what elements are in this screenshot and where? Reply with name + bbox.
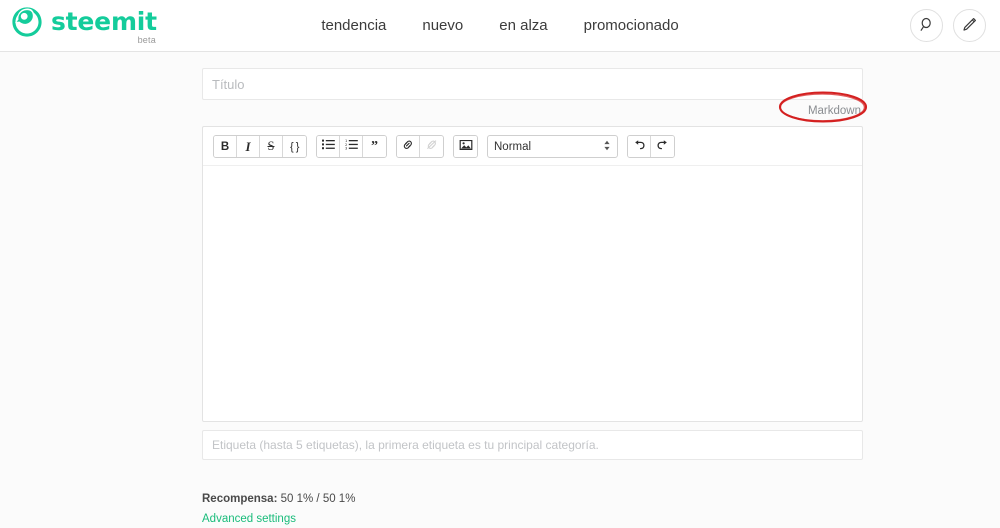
brand-name: steemit [51,7,157,36]
nav-item-tendencia[interactable]: tendencia [321,16,386,36]
post-editor: B I S { } 1 2 3 ” Normal [202,126,863,422]
site-header: steemit beta tendencia nuevo en alza pro… [0,0,1000,52]
steemit-logo-icon [10,5,44,39]
post-body-editor[interactable] [203,166,862,428]
unordered-list-icon [321,139,335,154]
brand-logo[interactable]: steemit beta [10,5,157,45]
italic-button[interactable]: I [237,136,260,157]
unlink-icon [425,139,439,155]
search-icon [918,16,935,36]
undo-icon [632,139,646,155]
redo-button[interactable] [651,136,674,157]
nav-item-en-alza[interactable]: en alza [499,16,547,36]
unordered-list-button[interactable] [317,136,340,157]
nav-item-promocionado[interactable]: promocionado [584,16,679,36]
markdown-toggle-link[interactable]: Markdown [808,105,861,117]
svg-text:3: 3 [345,147,347,150]
updown-caret-icon [603,139,611,154]
reward-line: Recompensa: 50 1% / 50 1% [202,491,863,508]
reward-value: 50 1% / 50 1% [280,493,356,505]
brand-beta-tag: beta [137,35,156,45]
bold-label: B [220,140,230,153]
image-icon [459,139,473,155]
unlink-button[interactable] [420,136,443,157]
toolbar-group-text: B I S { } [213,135,307,158]
text-style-select[interactable]: Normal [487,135,618,158]
strikethrough-button[interactable]: S [260,136,283,157]
redo-icon [656,139,670,155]
post-footer-meta: Recompensa: 50 1% / 50 1% Advanced setti… [202,491,863,528]
text-style-value: Normal [494,140,532,153]
ordered-list-button[interactable]: 1 2 3 [340,136,363,157]
post-tags-input[interactable] [202,430,863,460]
italic-label: I [245,138,251,154]
toolbar-group-link [396,135,444,158]
reward-label: Recompensa: [202,493,278,505]
strikethrough-label: S [267,139,275,153]
post-title-input[interactable] [202,68,863,100]
header-actions [910,9,986,42]
quote-button[interactable]: ” [363,136,386,157]
search-button[interactable] [910,9,943,42]
toolbar-group-lists: 1 2 3 ” [316,135,387,158]
undo-button[interactable] [628,136,651,157]
link-button[interactable] [397,136,420,157]
toolbar-group-image [453,135,478,158]
toolbar-group-history [627,135,675,158]
nav-item-nuevo[interactable]: nuevo [422,16,463,36]
quote-icon: ” [371,138,378,154]
image-button[interactable] [454,136,477,157]
bold-button[interactable]: B [214,136,237,157]
code-button[interactable]: { } [283,136,306,157]
editor-toolbar: B I S { } 1 2 3 ” Normal [203,127,862,166]
ordered-list-icon: 1 2 3 [345,139,358,154]
markdown-toggle-row: Markdown [202,104,863,124]
new-post-button[interactable] [953,9,986,42]
page-body: Markdown B I S { } [0,52,1000,525]
link-icon [401,139,415,155]
submit-post-form: Markdown B I S { } [202,68,863,528]
code-label: { } [290,140,299,153]
pencil-icon [961,16,978,36]
